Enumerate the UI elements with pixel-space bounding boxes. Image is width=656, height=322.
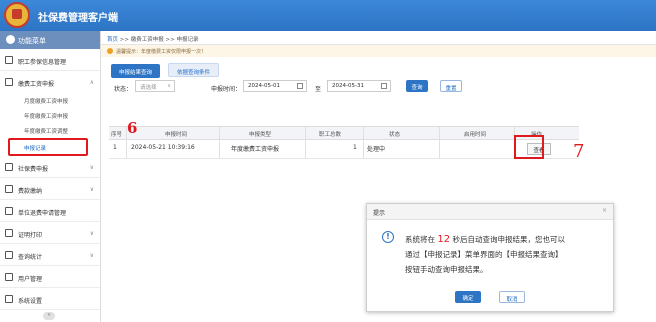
tax-emblem-logo — [4, 2, 30, 28]
tab-condition-query[interactable]: 依据查询条件 — [167, 63, 219, 77]
sidebar-item-employee-info[interactable]: 职工参保信息管理 — [0, 49, 100, 71]
sidebar-item-certificate[interactable]: 证明打印 ∨ — [0, 222, 100, 244]
status-select[interactable]: 请选择 ∨ — [135, 80, 175, 92]
annotation-6: 6 — [127, 119, 138, 137]
time-label: 申报时间： — [211, 86, 242, 93]
chevron-down-icon: ∨ — [89, 252, 94, 259]
annotation-frame-view — [514, 135, 544, 159]
edit-icon — [5, 78, 13, 86]
dialog-title: 提示 — [373, 210, 386, 217]
user-icon — [5, 273, 13, 281]
to-label: 至 — [315, 86, 322, 93]
menu-icon — [6, 35, 15, 44]
breadcrumb: 首页 >> 缴费工资申报 >> 申报记录 — [101, 31, 656, 45]
info-icon — [107, 48, 113, 54]
sidebar-item-settings[interactable]: 系统设置 — [0, 288, 100, 310]
cancel-button[interactable]: 取消 — [499, 291, 525, 303]
date-from-input[interactable]: 2024-05-01 — [243, 80, 307, 92]
sidebar: 功能菜单 职工参保信息管理 缴费工资申报 ∧ 月度缴费工资申报 年度缴费工资申报… — [0, 31, 101, 322]
print-icon — [5, 229, 13, 237]
sidebar-subitem-declaration-record[interactable]: 申报记录 — [8, 138, 88, 156]
chevron-down-icon: ∨ — [89, 186, 94, 193]
sidebar-item-statistics[interactable]: 查询统计 ∨ — [0, 244, 100, 266]
annotation-7: 7 — [573, 141, 585, 162]
dialog-header: 提示 × — [367, 204, 613, 220]
calendar-icon — [381, 83, 387, 89]
prompt-dialog: 提示 × ! 系统将在 12 秒后自动查询申报结果，您也可以 通过【申报记录】菜… — [366, 203, 614, 312]
chart-icon — [5, 251, 13, 259]
records-table: 序号 申报时间 申报类型 职工总数 状态 启用时间 操作 1 2024-05-2… — [109, 126, 579, 159]
money-icon — [5, 185, 13, 193]
tab-bar: 申报结果查询 依据查询条件 — [101, 57, 656, 79]
tab-result-query[interactable]: 申报结果查询 — [111, 64, 161, 78]
user-list-icon — [5, 56, 13, 64]
menu-header: 功能菜单 — [0, 31, 100, 49]
refund-icon — [5, 207, 13, 215]
title-bar: 社保费管理客户端 — [0, 0, 656, 31]
filter-bar: 状态： 请选择 ∨ 申报时间： 2024-05-01 至 2024-05-31 … — [101, 79, 656, 97]
close-icon[interactable]: × — [602, 207, 607, 214]
sidebar-item-refund[interactable]: 单位退费申请管理 — [0, 200, 100, 222]
ok-button[interactable]: 确定 — [455, 291, 481, 303]
sidebar-subitem-monthly[interactable]: 月度缴费工资申报 — [0, 93, 100, 108]
chevron-down-icon: ∨ — [89, 164, 94, 171]
notice-bar: 温馨提示：年度缴费工资仅限申报一次！ — [101, 45, 656, 57]
sidebar-item-payment[interactable]: 费款缴纳 ∨ — [0, 178, 100, 200]
breadcrumb-home[interactable]: 首页 — [107, 37, 118, 43]
info-icon: ! — [382, 231, 394, 243]
query-button[interactable]: 查询 — [406, 80, 428, 92]
chevron-down-icon: ∨ — [167, 83, 171, 89]
sidebar-item-user-management[interactable]: 用户管理 — [0, 266, 100, 288]
chevron-up-icon: ∧ — [89, 79, 94, 86]
dialog-message: 系统将在 12 秒后自动查询申报结果，您也可以 通过【申报记录】菜单界面的【申报… — [405, 234, 566, 274]
breadcrumb-level2: 申报记录 — [176, 37, 199, 43]
table-row[interactable]: 1 2024-05-21 10:39:16 年度缴费工资申报 1 处理中 查看 — [109, 140, 579, 159]
chevron-down-icon: ∨ — [89, 230, 94, 237]
doc-icon — [5, 163, 13, 171]
sidebar-item-wage-declaration[interactable]: 缴费工资申报 ∧ — [0, 71, 100, 93]
calendar-icon — [297, 83, 303, 89]
date-to-input[interactable]: 2024-05-31 — [327, 80, 391, 92]
app-title: 社保费管理客户端 — [38, 13, 118, 24]
status-label: 状态： — [114, 86, 133, 93]
reset-button[interactable]: 重置 — [440, 80, 462, 92]
sidebar-item-social-security[interactable]: 社保费申报 ∨ — [0, 156, 100, 178]
countdown-seconds: 12 — [437, 234, 451, 245]
sidebar-subitem-annual[interactable]: 年度缴费工资申报 — [0, 108, 100, 123]
sidebar-subitem-annual-adjust[interactable]: 年度缴费工资调整 — [0, 123, 100, 138]
table-header: 序号 申报时间 申报类型 职工总数 状态 启用时间 操作 — [109, 126, 579, 140]
gear-icon — [5, 295, 13, 303]
sidebar-collapse-button[interactable]: « — [43, 312, 55, 320]
breadcrumb-level1[interactable]: 缴费工资申报 — [131, 37, 164, 43]
